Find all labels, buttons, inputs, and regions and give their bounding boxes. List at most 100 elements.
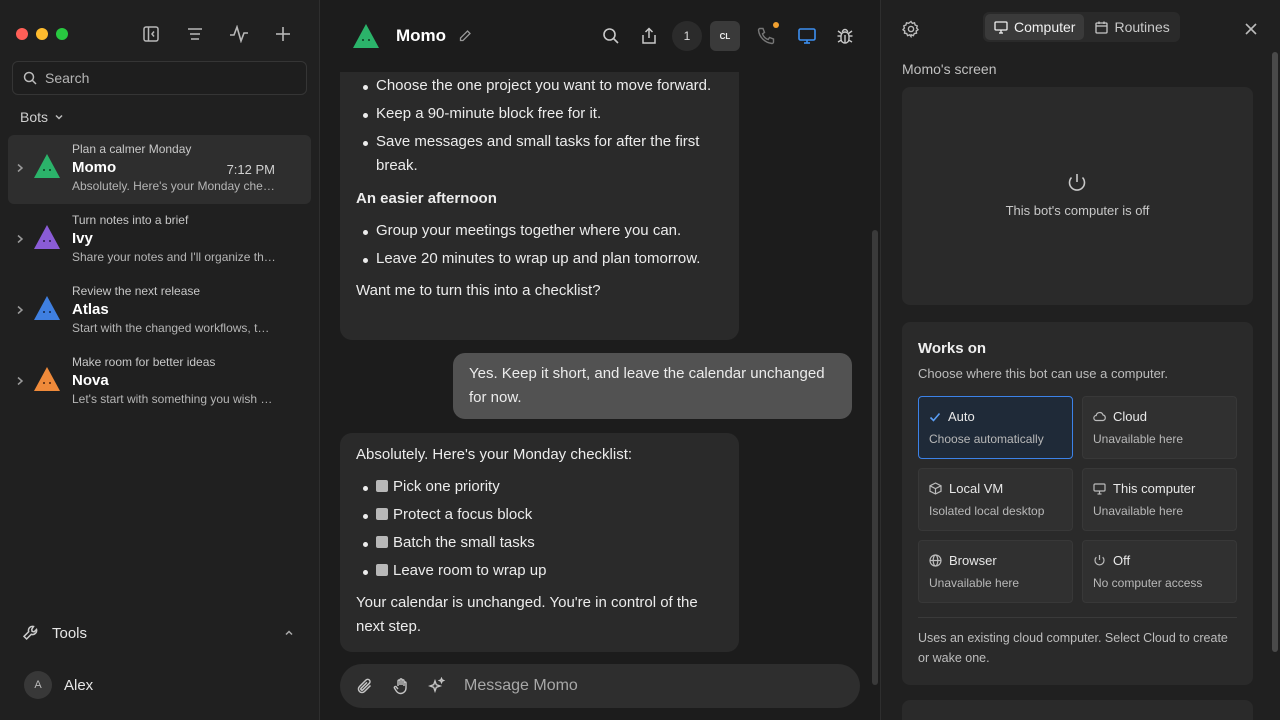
cloud-icon	[1093, 411, 1106, 422]
search-input[interactable]	[45, 70, 285, 86]
tab-computer[interactable]: Computer	[985, 14, 1085, 40]
checkbox-icon[interactable]	[376, 564, 388, 576]
bot-subtitle: Turn notes into a brief	[72, 213, 189, 227]
chevron-right-icon[interactable]	[16, 163, 24, 173]
checklist: Pick one priority Protect a focus block …	[356, 475, 723, 583]
bot-preview: Let's start with something you wish you …	[72, 392, 276, 406]
menu-icon[interactable]	[183, 22, 207, 46]
chevron-up-icon[interactable]	[284, 628, 294, 638]
chevron-right-icon[interactable]	[16, 305, 24, 315]
checklist-item[interactable]: Pick one priority	[356, 475, 723, 499]
close-window-button[interactable]	[16, 28, 28, 40]
chevron-down-icon	[55, 114, 63, 120]
bot-item-momo[interactable]: Plan a calmer Monday Momo 7:12 PM Absolu…	[8, 135, 311, 204]
list-item: Leave 20 minutes to wrap up and plan tom…	[356, 247, 723, 271]
user-name: Alex	[64, 676, 94, 694]
chevron-right-icon[interactable]	[16, 376, 24, 386]
panel-scrollbar[interactable]	[1272, 52, 1278, 652]
message-list-b: Group your meetings together where you c…	[356, 219, 723, 271]
check-icon	[929, 412, 941, 422]
chat-area: Momo 1 CL Choose the one project you wan…	[320, 0, 880, 720]
close-icon[interactable]	[1240, 18, 1262, 40]
calendar-icon	[1095, 21, 1109, 34]
user-message: Yes. Keep it short, and leave the calend…	[453, 353, 852, 419]
message-heading: An easier afternoon	[356, 190, 497, 207]
cl-badge[interactable]: CL	[710, 21, 740, 51]
checklist-item[interactable]: Batch the small tasks	[356, 531, 723, 555]
divider	[918, 617, 1237, 618]
user-profile[interactable]: A Alex	[24, 671, 93, 699]
tools-section[interactable]: Tools	[22, 624, 300, 642]
computer-panel: Computer Routines Momo's screen This bot…	[880, 0, 1280, 720]
option-cloud[interactable]: Cloud Unavailable here	[1082, 396, 1237, 459]
avatar: A	[24, 671, 52, 699]
list-item: Save messages and small tasks for after …	[356, 130, 723, 178]
checklist-label: Leave room to wrap up	[393, 562, 547, 579]
monitor-icon	[1093, 482, 1106, 495]
new-bot-icon[interactable]	[271, 22, 295, 46]
checkbox-icon[interactable]	[376, 480, 388, 492]
option-title: Auto	[948, 409, 975, 424]
checkbox-icon[interactable]	[376, 508, 388, 520]
notification-dot	[773, 22, 779, 28]
search-icon[interactable]	[599, 24, 623, 48]
works-on-card: Works on Choose where this bot can use a…	[902, 322, 1253, 685]
collapse-sidebar-icon[interactable]	[139, 22, 163, 46]
checklist-label: Batch the small tasks	[393, 534, 535, 551]
chat-scrollbar[interactable]	[872, 230, 878, 685]
bot-message: Choose the one project you want to move …	[340, 72, 739, 340]
maximize-window-button[interactable]	[56, 28, 68, 40]
option-local-vm[interactable]: Local VM Isolated local desktop	[918, 468, 1073, 531]
option-off[interactable]: Off No computer access	[1082, 540, 1237, 603]
count-badge[interactable]: 1	[672, 21, 702, 51]
sidebar: Bots Plan a calmer Monday Momo 7:12 PM A…	[0, 0, 320, 720]
share-icon[interactable]	[637, 24, 661, 48]
chat-header: Momo 1 CL	[320, 0, 880, 72]
bots-section-header[interactable]: Bots	[20, 109, 64, 125]
checklist-item[interactable]: Protect a focus block	[356, 503, 723, 527]
computer-screen-icon[interactable]	[795, 24, 819, 48]
minimize-window-button[interactable]	[36, 28, 48, 40]
tab-routines[interactable]: Routines	[1086, 14, 1178, 40]
message-composer	[340, 664, 860, 708]
bot-subtitle: Plan a calmer Monday	[72, 142, 192, 156]
option-subtitle: Unavailable here	[1093, 432, 1184, 446]
bot-preview: Absolutely. Here's your Monday checklist…	[72, 179, 276, 193]
hand-icon[interactable]	[390, 675, 412, 697]
gear-icon[interactable]	[900, 18, 922, 40]
bot-name: Nova	[72, 372, 109, 389]
option-this-computer[interactable]: This computer Unavailable here	[1082, 468, 1237, 531]
checklist-item[interactable]: Leave room to wrap up	[356, 559, 723, 583]
edit-pencil-icon[interactable]	[453, 24, 477, 48]
bug-icon[interactable]	[833, 24, 857, 48]
option-title: Browser	[949, 553, 997, 568]
bot-preview: Share your notes and I'll organize them …	[72, 250, 276, 264]
message-closing: Your calendar is unchanged. You're in co…	[356, 594, 698, 635]
option-title: Cloud	[1113, 409, 1147, 424]
bot-item-ivy[interactable]: Turn notes into a brief Ivy Share your n…	[8, 206, 311, 275]
tools-label: Tools	[52, 624, 88, 642]
chevron-right-icon[interactable]	[16, 234, 24, 244]
option-auto[interactable]: Auto Choose automatically	[918, 396, 1073, 459]
bot-avatar	[34, 367, 60, 391]
paperclip-icon[interactable]	[354, 675, 376, 697]
activity-icon[interactable]	[227, 22, 251, 46]
tab-label: Routines	[1114, 19, 1170, 35]
message-list[interactable]: Choose the one project you want to move …	[320, 72, 880, 662]
bot-item-atlas[interactable]: Review the next release Atlas Start with…	[8, 277, 311, 346]
bot-subtitle: Review the next release	[72, 284, 201, 298]
bot-item-nova[interactable]: Make room for better ideas Nova Let's st…	[8, 348, 311, 417]
monitor-icon	[994, 20, 1008, 34]
bot-preview: Start with the changed workflows, then t…	[72, 321, 276, 335]
option-browser[interactable]: Browser Unavailable here	[918, 540, 1073, 603]
message-intro: Absolutely. Here's your Monday checklist…	[356, 446, 633, 463]
sparkle-icon[interactable]	[426, 675, 448, 697]
bot-avatar	[34, 154, 60, 178]
checkbox-icon[interactable]	[376, 536, 388, 548]
message-input[interactable]	[464, 677, 844, 695]
works-on-note: Uses an existing cloud computer. Select …	[918, 631, 1228, 665]
panel-tabs: Computer Routines	[983, 12, 1180, 42]
search-box[interactable]	[12, 61, 307, 95]
bot-avatar	[34, 296, 60, 320]
phone-icon[interactable]	[754, 22, 779, 48]
